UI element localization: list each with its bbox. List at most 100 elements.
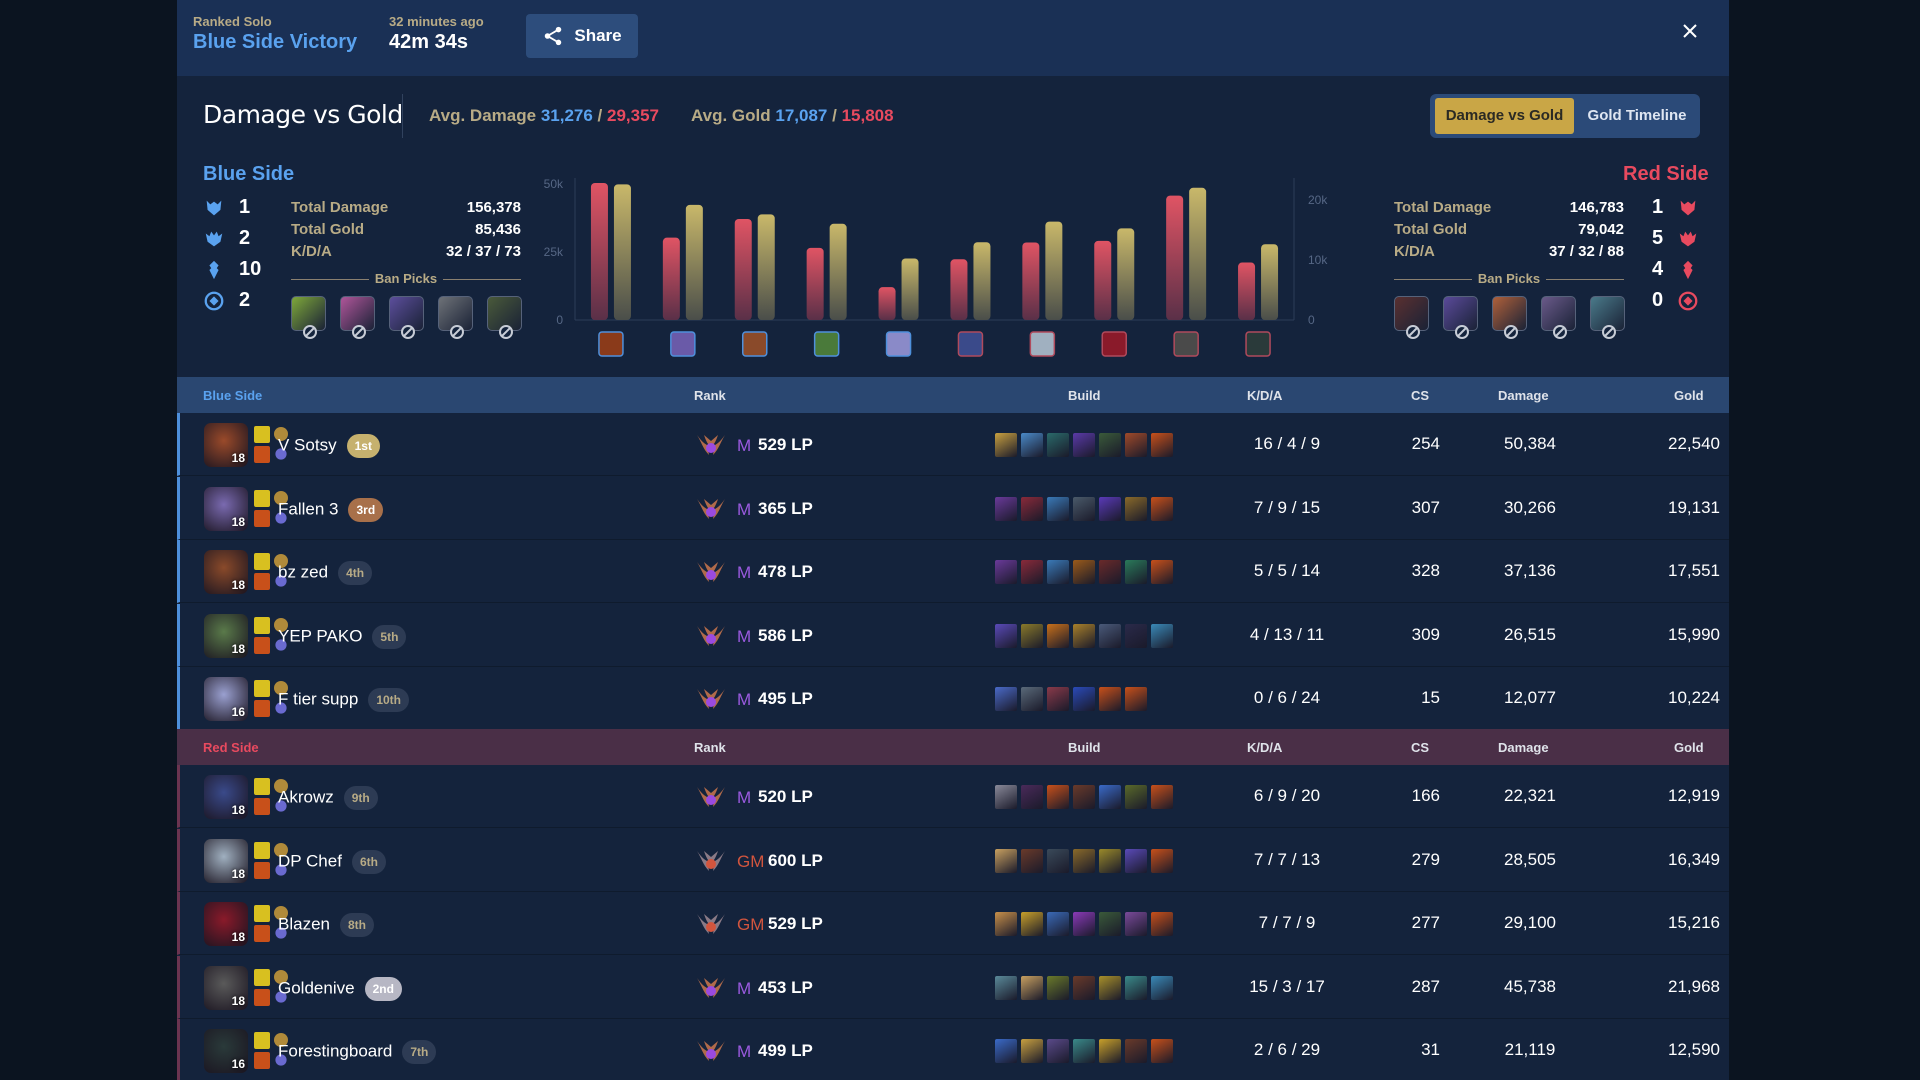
summoner-name[interactable]: bz zed — [278, 562, 328, 581]
item-icon[interactable] — [995, 1039, 1017, 1063]
item-icon[interactable] — [1099, 785, 1121, 809]
item-icon[interactable] — [1073, 785, 1095, 809]
damage-bar[interactable] — [1094, 240, 1112, 320]
item-icon[interactable] — [1151, 496, 1173, 521]
item-icon[interactable] — [1099, 687, 1121, 711]
player-row[interactable]: 18 bz zed 4th M 478 LP 5 / 5 / 14 328 37,136 17,… — [177, 540, 1729, 603]
item-icon[interactable] — [1021, 623, 1043, 648]
item-icon[interactable] — [995, 496, 1017, 521]
item-icon[interactable] — [1099, 623, 1121, 648]
player-row[interactable]: 18 Akrowz 9th M 520 LP 6 / 9 / 20 166 22,321 12,… — [177, 765, 1729, 828]
player-name[interactable]: Goldenive 2nd — [278, 976, 402, 1001]
gold-bar[interactable] — [1045, 221, 1063, 320]
item-icon[interactable] — [1047, 687, 1069, 711]
item-icon[interactable] — [1047, 560, 1069, 584]
player-name[interactable]: Akrowz 9th — [278, 786, 378, 810]
item-icon[interactable] — [1047, 623, 1069, 648]
item-icon[interactable] — [1151, 1039, 1173, 1063]
gold-bar[interactable] — [901, 258, 919, 320]
player-row[interactable]: 16 F tier supp 10th M 495 LP 0 / 6 / 24 15 12,0… — [177, 667, 1729, 730]
item-icon[interactable] — [1021, 785, 1043, 809]
summoner-name[interactable]: Akrowz — [278, 787, 334, 806]
item-icon[interactable] — [1047, 496, 1069, 521]
item-icon[interactable] — [1073, 623, 1095, 648]
ban-champion[interactable] — [389, 296, 424, 339]
item-icon[interactable] — [1073, 433, 1095, 457]
gold-bar[interactable] — [613, 184, 631, 320]
player-name[interactable]: V Sotsy 1st — [278, 434, 380, 458]
item-icon[interactable] — [1151, 623, 1173, 648]
champion-portrait[interactable]: 18 — [204, 965, 248, 1010]
summoner-name[interactable]: V Sotsy — [278, 435, 337, 454]
player-row[interactable]: 18 DP Chef 6th GM 600 LP 7 / 7 / 13 279 28,505 1… — [177, 828, 1729, 892]
player-name[interactable]: YEP PAKO 5th — [278, 624, 407, 649]
item-icon[interactable] — [1151, 912, 1173, 936]
gold-bar[interactable] — [1117, 228, 1135, 320]
champion-portrait[interactable]: 18 — [204, 423, 248, 467]
item-icon[interactable] — [1047, 1039, 1069, 1063]
item-icon[interactable] — [1047, 975, 1069, 1000]
item-icon[interactable] — [1047, 912, 1069, 936]
champion-portrait[interactable]: 18 — [204, 486, 248, 531]
champion-portrait[interactable]: 16 — [204, 1029, 248, 1073]
player-row[interactable]: 18 Goldenive 2nd M 453 LP 15 / 3 / 17 287 45,73… — [177, 955, 1729, 1019]
damage-bar[interactable] — [734, 218, 752, 320]
item-icon[interactable] — [1021, 1039, 1043, 1063]
damage-bar[interactable] — [878, 287, 896, 320]
item-icon[interactable] — [1151, 560, 1173, 584]
summoner-name[interactable]: Fallen 3 — [278, 499, 338, 518]
player-name[interactable]: Blazen 8th — [278, 913, 374, 937]
item-icon[interactable] — [1073, 975, 1095, 1000]
player-row[interactable]: 16 Forestingboard 7th M 499 LP 2 / 6 / 29 31 21… — [177, 1019, 1729, 1080]
damage-bar[interactable] — [806, 247, 824, 320]
item-icon[interactable] — [1151, 975, 1173, 1000]
summoner-name[interactable]: YEP PAKO — [278, 626, 362, 645]
damage-bar[interactable] — [1238, 262, 1256, 320]
item-icon[interactable] — [1047, 785, 1069, 809]
player-row[interactable]: 18 V Sotsy 1st M 529 LP 16 / 4 / 9 254 50,384 22… — [177, 413, 1729, 476]
item-icon[interactable] — [1073, 496, 1095, 521]
item-icon[interactable] — [995, 848, 1017, 873]
champion-portrait[interactable]: 18 — [204, 838, 248, 883]
item-icon[interactable] — [995, 912, 1017, 936]
item-icon[interactable] — [1125, 496, 1147, 521]
item-icon[interactable] — [995, 687, 1017, 711]
player-row[interactable]: 18 Fallen 3 3rd M 365 LP 7 / 9 / 15 307 30,266 1… — [177, 476, 1729, 540]
item-icon[interactable] — [1099, 975, 1121, 1000]
item-icon[interactable] — [1125, 687, 1147, 711]
ban-champion[interactable] — [438, 296, 473, 339]
item-icon[interactable] — [1021, 848, 1043, 873]
gold-bar[interactable] — [757, 214, 775, 320]
share-button[interactable]: Share — [526, 14, 638, 58]
item-icon[interactable] — [1125, 433, 1147, 457]
player-row[interactable]: 18 YEP PAKO 5th M 586 LP 4 / 13 / 11 309 26,515… — [177, 603, 1729, 667]
summoner-name[interactable]: F tier supp — [278, 689, 358, 708]
gold-bar[interactable] — [685, 204, 703, 320]
close-icon[interactable] — [1679, 20, 1701, 42]
player-row[interactable]: 18 Blazen 8th GM 529 LP 7 / 7 / 9 277 29,100 15,… — [177, 892, 1729, 955]
ban-champion[interactable] — [1541, 296, 1576, 339]
item-icon[interactable] — [995, 433, 1017, 457]
item-icon[interactable] — [1073, 560, 1095, 584]
item-icon[interactable] — [1073, 848, 1095, 873]
damage-bar[interactable] — [590, 182, 608, 320]
item-icon[interactable] — [1099, 560, 1121, 584]
item-icon[interactable] — [1073, 687, 1095, 711]
ban-champion[interactable] — [487, 296, 522, 339]
champion-portrait[interactable]: 16 — [204, 677, 248, 721]
item-icon[interactable] — [1125, 1039, 1147, 1063]
item-icon[interactable] — [1125, 560, 1147, 584]
item-icon[interactable] — [995, 975, 1017, 1000]
item-icon[interactable] — [1021, 496, 1043, 521]
ban-champion[interactable] — [1394, 296, 1429, 339]
player-name[interactable]: bz zed 4th — [278, 561, 373, 585]
damage-bar[interactable] — [950, 259, 968, 320]
player-name[interactable]: DP Chef 6th — [278, 849, 386, 874]
ban-champion[interactable] — [291, 296, 326, 339]
item-icon[interactable] — [1021, 560, 1043, 584]
ban-champion[interactable] — [340, 296, 375, 339]
item-icon[interactable] — [1073, 912, 1095, 936]
ban-champion[interactable] — [1443, 296, 1478, 339]
summoner-name[interactable]: Blazen — [278, 914, 330, 933]
gold-bar[interactable] — [973, 242, 991, 320]
